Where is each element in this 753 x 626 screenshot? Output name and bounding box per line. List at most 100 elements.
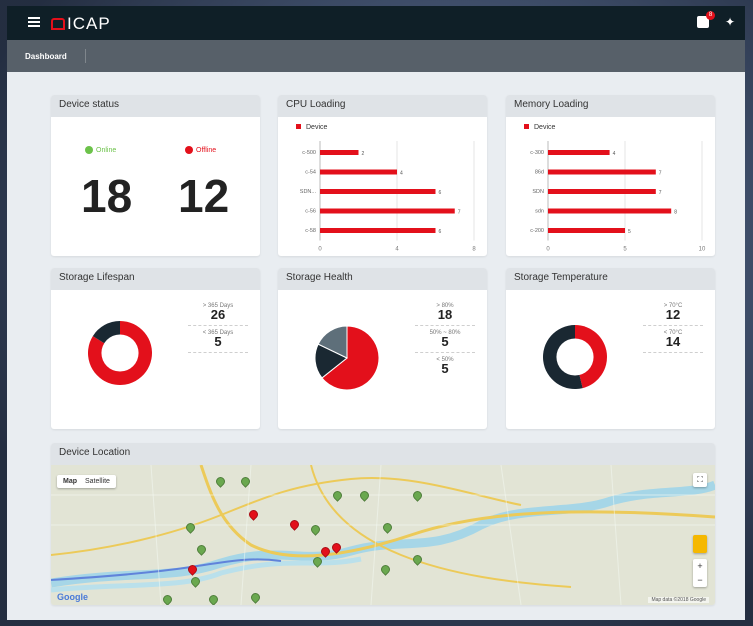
- app-window: ICAP 8 ✦ Dashboard Device status Online …: [7, 6, 745, 620]
- y-tick-label: c-500: [302, 150, 316, 156]
- storage-temperature-chart: [543, 325, 607, 389]
- bar-value-label: 4: [400, 171, 403, 177]
- offline-count: 12: [178, 170, 230, 222]
- satellite-button[interactable]: Satellite: [85, 478, 110, 485]
- storage-lifespan-chart: [88, 321, 152, 385]
- storage-temperature-stats: > 70°C 12 < 70°C 14: [641, 303, 705, 357]
- cpu-loading-panel: CPU Loading Device 0 4 8 c-500 2 c-54 4 SDN... 6 c…: [278, 95, 487, 256]
- stat-value: 26: [210, 307, 226, 322]
- bar-value-label: 6: [439, 229, 442, 235]
- bar[interactable]: [320, 150, 359, 155]
- y-tick-label: c-200: [530, 228, 544, 234]
- bar-value-label: 8: [674, 210, 677, 216]
- google-logo: Google: [57, 592, 88, 602]
- cpu-loading-chart: Device 0 4 8 c-500 2 c-54 4 SDN... 6 c-56 7 c-58 6: [296, 124, 476, 253]
- app-logo[interactable]: ICAP: [51, 14, 111, 34]
- logo-mark-icon: [51, 18, 65, 30]
- zoom-control: + −: [693, 559, 707, 587]
- panel-title: Memory Loading: [506, 95, 715, 117]
- breadcrumb-divider: [84, 49, 86, 63]
- breadcrumb[interactable]: Dashboard: [25, 52, 67, 61]
- stat-divider: [188, 352, 248, 353]
- bar-value-label: 6: [439, 190, 442, 196]
- map-canvas: [51, 465, 715, 605]
- bar-value-label: 5: [628, 229, 631, 235]
- stat-value: 14: [665, 334, 681, 349]
- panel-title: Storage Temperature: [506, 268, 715, 290]
- panel-title: Device Location: [51, 443, 715, 465]
- x-tick-label: 0: [546, 247, 550, 253]
- menu-icon[interactable]: [28, 17, 40, 27]
- stat-divider: [643, 352, 703, 353]
- y-tick-label: c-58: [305, 228, 316, 234]
- stat-divider: [415, 352, 475, 353]
- stat-value: 5: [214, 334, 222, 349]
- zoom-out-button[interactable]: −: [697, 575, 702, 585]
- chart-legend: Device: [296, 124, 328, 131]
- storage-health-chart: [314, 325, 380, 391]
- y-tick-label: sdn: [535, 209, 544, 215]
- donut-hole: [556, 338, 594, 376]
- donut-hole: [101, 334, 139, 372]
- online-count: 18: [81, 170, 133, 222]
- device-location-panel: Device Location Map Satellite ⛶ + − Goog…: [51, 443, 715, 605]
- map-type-control: Map Satellite: [57, 475, 116, 488]
- legend-label: Device: [534, 124, 556, 131]
- x-tick-label: 4: [395, 247, 399, 253]
- x-tick-label: 10: [699, 247, 706, 253]
- bar[interactable]: [320, 208, 455, 214]
- zoom-in-button[interactable]: +: [697, 561, 702, 571]
- street-view-icon[interactable]: [693, 535, 707, 553]
- online-dot-icon: [85, 146, 93, 154]
- online-legend: Online: [85, 146, 116, 154]
- bar[interactable]: [548, 208, 672, 214]
- y-tick-label: SDN: [532, 189, 544, 195]
- chart-legend: Device: [524, 124, 556, 131]
- stat-value: 18: [437, 307, 453, 322]
- stat-divider: [643, 325, 703, 326]
- bar-value-label: 7: [659, 190, 662, 196]
- bar-value-label: 4: [613, 151, 616, 157]
- panel-title: Device status: [51, 95, 260, 117]
- map-attribution: Map data ©2018 Google: [648, 597, 709, 603]
- panel-title: Storage Lifespan: [51, 268, 260, 290]
- bar[interactable]: [548, 228, 625, 233]
- bar[interactable]: [320, 169, 397, 175]
- map-view[interactable]: Map Satellite ⛶ + − Google Map data ©201…: [51, 465, 715, 605]
- offline-legend: Offline: [185, 146, 216, 154]
- bar[interactable]: [320, 228, 436, 233]
- bar-value-label: 7: [659, 171, 662, 177]
- panel-title: CPU Loading: [278, 95, 487, 117]
- legend-swatch: [296, 124, 301, 129]
- stat-value: 12: [665, 307, 681, 322]
- fullscreen-icon[interactable]: ⛶: [693, 473, 707, 487]
- map-button[interactable]: Map: [63, 478, 77, 485]
- y-tick-label: c-300: [530, 150, 544, 156]
- storage-lifespan-panel: Storage Lifespan > 365 Days 26 < 365 Day…: [51, 268, 260, 429]
- x-tick-label: 8: [472, 247, 476, 253]
- bar-value-label: 7: [458, 210, 461, 216]
- y-tick-label: 86d: [535, 170, 544, 176]
- y-tick-label: c-56: [305, 209, 316, 215]
- top-navbar: ICAP 8 ✦: [7, 6, 745, 40]
- bar[interactable]: [320, 189, 436, 194]
- legend-swatch: [524, 124, 529, 129]
- x-tick-label: 0: [318, 247, 322, 253]
- storage-health-panel: Storage Health > 80% 18 50% ~ 80% 5 < 50…: [278, 268, 487, 429]
- stat-divider: [188, 325, 248, 326]
- stat-divider: [415, 325, 475, 326]
- breadcrumb-bar: Dashboard: [7, 40, 745, 72]
- bar[interactable]: [548, 150, 610, 155]
- bar-value-label: 2: [362, 151, 365, 157]
- storage-health-stats: > 80% 18 50% ~ 80% 5 < 50% 5: [413, 303, 477, 375]
- bar[interactable]: [548, 169, 656, 175]
- offline-dot-icon: [185, 146, 193, 154]
- panel-title: Storage Health: [278, 268, 487, 290]
- bar[interactable]: [548, 189, 656, 194]
- x-tick-label: 5: [623, 247, 627, 253]
- stat-value: 5: [441, 361, 449, 376]
- online-label: Online: [96, 146, 117, 154]
- settings-icon[interactable]: ✦: [725, 15, 735, 29]
- offline-label: Offline: [196, 146, 217, 154]
- legend-label: Device: [306, 124, 328, 131]
